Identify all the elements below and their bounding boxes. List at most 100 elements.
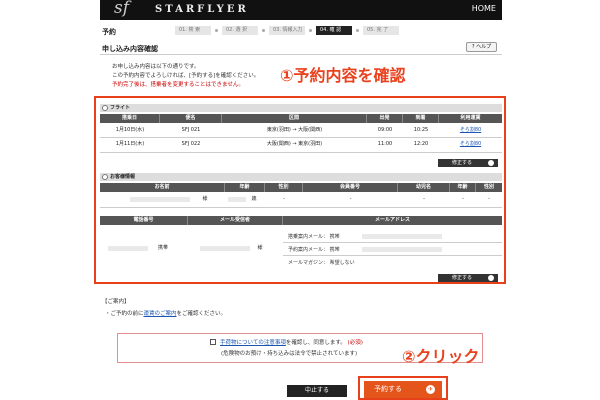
dangerous-goods-note: (危険物のお預け・持ち込みは法令で禁止されています)	[221, 351, 358, 357]
airplane-icon	[102, 105, 108, 111]
name-suffix: 様	[202, 196, 208, 202]
redacted-recipient	[200, 246, 250, 251]
arrow-right-icon	[488, 275, 494, 281]
annotation-confirm: ①予約内容を確認	[280, 66, 406, 85]
col-infant-age: 年齢	[450, 183, 476, 192]
step-dot	[356, 29, 359, 32]
col-mail-recipient: メール受信者	[188, 216, 283, 225]
col-mail-address: メールアドレス	[283, 216, 502, 225]
customer-section-title: お客様情報	[110, 174, 136, 180]
flight-row-arrive: 10:25	[413, 127, 429, 133]
step-complete: 05. 完 了	[363, 26, 399, 35]
flight-row-number: SFJ 022	[181, 141, 201, 147]
col-gender: 性別	[265, 183, 303, 192]
person-icon	[102, 174, 108, 180]
col-flight: 便名	[160, 114, 222, 123]
customer-table: お名前 年齢 性別 会員番号 幼児名 年齢 性別 様 歳 - - - - -	[100, 183, 502, 213]
agree-checkbox[interactable]	[210, 339, 216, 345]
page-title: 申し込み内容確認	[102, 45, 158, 53]
flight-row-route: 大阪(関西) → 東京(羽田)	[266, 141, 323, 147]
flight-section-header: フライト	[100, 104, 502, 112]
gender-value: -	[283, 196, 285, 202]
baggage-notice-link[interactable]: 手荷物についての注意事項	[220, 340, 286, 346]
col-phone: 電話番号	[100, 216, 188, 225]
edit-flight-label: 修正する	[452, 160, 473, 166]
col-infant-name: 幼児名	[398, 183, 450, 192]
fare-link[interactable]: そら割80	[439, 139, 502, 150]
step-dot	[262, 29, 265, 32]
agree-label: を確認し、同意します。	[285, 340, 346, 346]
redacted-email	[362, 234, 442, 239]
col-member-no: 会員番号	[303, 183, 398, 192]
flight-section-title: フライト	[110, 105, 131, 111]
intro-line-2: この予約内容でよろしければ、[予約する]を確認ください。	[112, 73, 260, 79]
infant-age-value: -	[462, 196, 464, 202]
col-depart: 出発	[367, 114, 403, 123]
mail-reservation: 予約案内メール： 携帯	[288, 247, 340, 253]
fare-guide-link[interactable]: 運賃のご案内	[144, 311, 177, 317]
brand-name: STARFLYER	[155, 4, 249, 15]
fare-link[interactable]: そら割80	[439, 125, 502, 136]
col-age: 年齢	[225, 183, 265, 192]
home-link[interactable]: HOME	[472, 4, 496, 13]
age-suffix: 歳	[251, 196, 257, 202]
flight-row-route: 東京(羽田) → 大阪(関西)	[266, 127, 323, 133]
site-header: sf STARFLYER HOME	[100, 0, 502, 20]
help-button[interactable]: ? ヘルプ	[466, 42, 497, 52]
col-infant-gender: 性別	[476, 183, 502, 192]
step-progress-bar: 予約 01. 検 索 02. 選 択 03. 情報入力 04. 確 認 05. …	[100, 25, 502, 37]
recipient-suffix: 様	[257, 245, 263, 251]
flight-row-arrive: 12:20	[413, 141, 429, 147]
step-select: 02. 選 択	[222, 26, 258, 35]
mail-boarding: 搭乗案内メール： 携帯	[288, 234, 340, 240]
flight-row-number: SFJ 021	[181, 127, 201, 133]
agreement-text: 手荷物についての注意事項を確認し、同意します。 (必須)	[220, 338, 363, 346]
infant-name-value: -	[423, 196, 425, 202]
starflyer-logo[interactable]: sf	[114, 0, 129, 18]
row-divider	[100, 207, 502, 208]
intro-line-3: 予約完了後は、搭乗者を変更することはできません。	[112, 82, 244, 88]
notice-prefix: ・ご予約の前に	[105, 311, 144, 317]
redacted-phone	[108, 246, 148, 251]
notice-title: 【ご案内】	[102, 299, 130, 305]
member-no-value: -	[349, 196, 352, 202]
customer-section-header: お客様情報	[100, 173, 502, 181]
notice-line: ・ご予約の前に運賃のご案内をご確認ください。	[105, 309, 226, 317]
redacted-email	[362, 247, 442, 252]
row-divider	[283, 242, 502, 243]
step-dot	[215, 29, 218, 32]
redacted-age	[228, 197, 246, 202]
flight-row-depart: 09:00	[377, 127, 393, 133]
cancel-button[interactable]: 中止する	[287, 385, 347, 397]
edit-flight-button[interactable]: 修正する	[438, 159, 498, 167]
col-name: お名前	[100, 183, 225, 192]
step-dot	[309, 29, 312, 32]
step-input: 03. 情報入力	[269, 26, 305, 35]
intro-line-1: お申し込み内容は以下の通りです。	[112, 64, 200, 70]
arrow-right-icon	[488, 160, 494, 166]
col-arrive: 到着	[403, 114, 439, 123]
step-search: 01. 検 索	[175, 26, 211, 35]
reserve-label: 予約する	[374, 385, 402, 393]
col-date: 搭乗日	[100, 114, 160, 123]
annotation-click: ②クリック	[402, 347, 480, 366]
flight-row-date: 1月10日(水)	[115, 127, 145, 133]
flight-row-depart: 11:00	[377, 141, 393, 147]
mail-magazine: メールマガジン： 希望しない	[288, 260, 355, 266]
flight-row-date: 1月11日(木)	[115, 141, 145, 147]
row-divider	[100, 152, 502, 153]
col-fare: 利用運賃	[439, 114, 502, 123]
reserve-button[interactable]: 予約する ✈	[364, 381, 442, 398]
redacted-name	[130, 197, 190, 202]
flight-table: 搭乗日 便名 区間 出発 到着 利用運賃 1月10日(水) SFJ 021 東京…	[100, 114, 502, 156]
help-label: ヘルプ	[476, 44, 492, 50]
row-divider	[100, 137, 502, 138]
notice-suffix: をご確認ください。	[176, 311, 227, 317]
required-label: (必須)	[347, 340, 363, 346]
step-title: 予約	[102, 28, 116, 36]
phone-type: 携帯	[157, 245, 168, 251]
infant-gender-value: -	[488, 196, 490, 202]
edit-customer-button[interactable]: 修正する	[438, 274, 498, 282]
airplane-icon: ✈	[426, 385, 435, 394]
divider	[100, 54, 502, 55]
